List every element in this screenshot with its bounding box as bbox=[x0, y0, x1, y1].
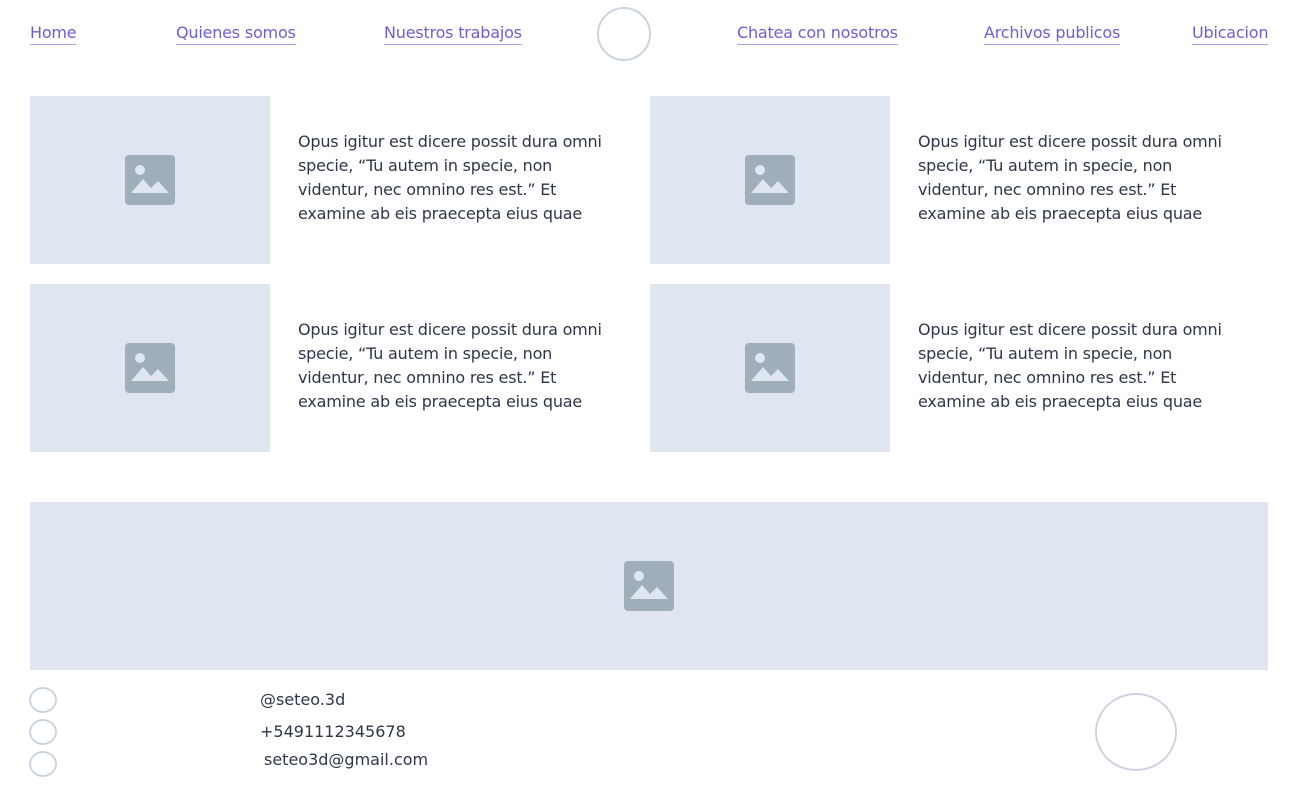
contact-instagram[interactable]: @seteo.3d bbox=[260, 690, 345, 710]
card-image bbox=[650, 284, 890, 452]
social-circle-icon[interactable] bbox=[29, 751, 57, 777]
card-text: Opus igitur est dicere possit dura omni … bbox=[918, 132, 1222, 223]
image-placeholder-icon bbox=[624, 561, 674, 611]
nav-chatea-con-nosotros[interactable]: Chatea con nosotros bbox=[737, 23, 898, 45]
nav-quienes-somos[interactable]: Quienes somos bbox=[176, 23, 296, 45]
image-placeholder-icon bbox=[125, 343, 175, 393]
footer-logo-circle bbox=[1095, 693, 1177, 771]
nav-home[interactable]: Home bbox=[30, 23, 77, 45]
nav-nuestros-trabajos[interactable]: Nuestros trabajos bbox=[384, 23, 522, 45]
image-placeholder-icon bbox=[745, 155, 795, 205]
card-image bbox=[650, 96, 890, 264]
card-text: Opus igitur est dicere possit dura omni … bbox=[298, 320, 602, 411]
card-text: Opus igitur est dicere possit dura omni … bbox=[298, 132, 602, 223]
social-circle-icon[interactable] bbox=[29, 687, 57, 713]
logo-circle[interactable] bbox=[597, 7, 651, 61]
image-placeholder-icon bbox=[745, 343, 795, 393]
nav-ubicacion[interactable]: Ubicacion bbox=[1192, 23, 1268, 45]
contact-email[interactable]: seteo3d@gmail.com bbox=[264, 750, 428, 770]
card-text: Opus igitur est dicere possit dura omni … bbox=[918, 320, 1222, 411]
banner-image bbox=[30, 502, 1268, 670]
social-circle-icon[interactable] bbox=[29, 719, 57, 745]
nav-archivos-publicos[interactable]: Archivos publicos bbox=[984, 23, 1120, 45]
card-image bbox=[30, 284, 270, 452]
card-image bbox=[30, 96, 270, 264]
image-placeholder-icon bbox=[125, 155, 175, 205]
contact-phone[interactable]: +5491112345678 bbox=[260, 722, 406, 742]
